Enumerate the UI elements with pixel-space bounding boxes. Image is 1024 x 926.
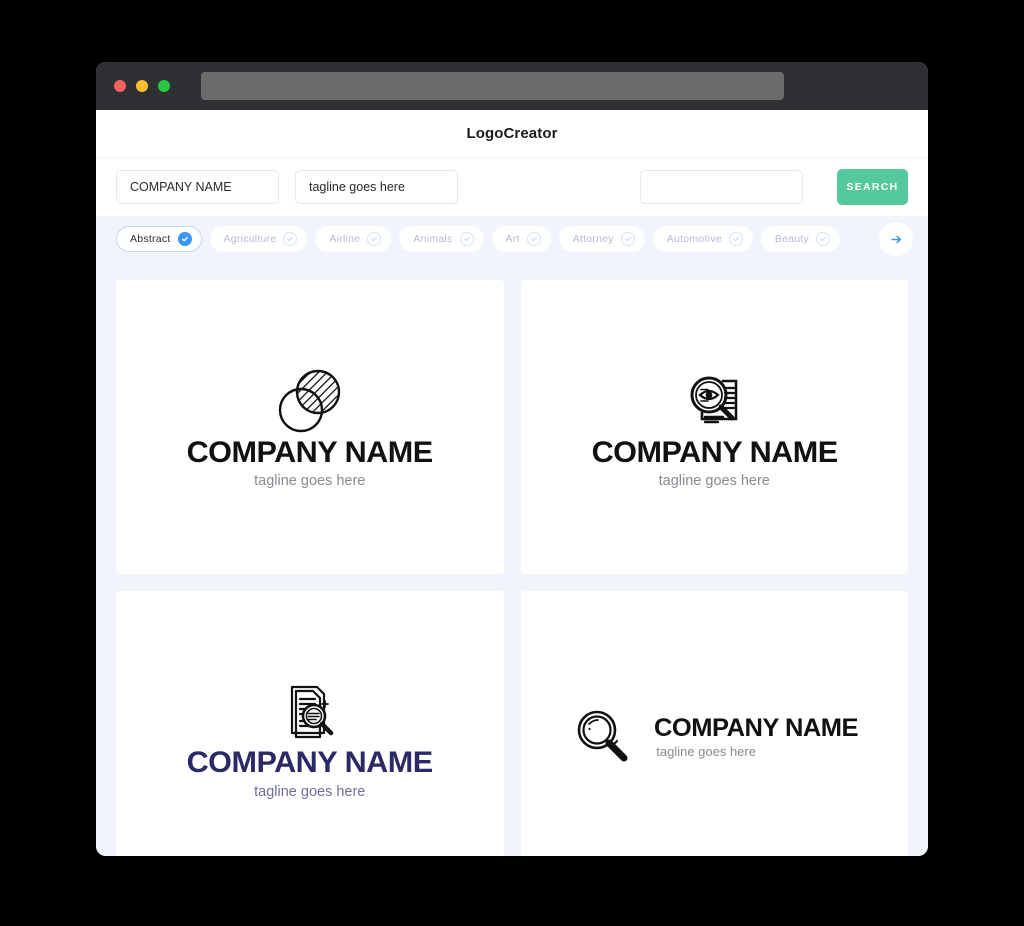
- tab-art[interactable]: Art: [491, 226, 551, 252]
- logo-card[interactable]: COMPANY NAME tagline goes here: [520, 280, 908, 574]
- logo-tagline: tagline goes here: [254, 783, 366, 800]
- logo-results-grid: COMPANY NAME tagline goes here COMPANY N…: [96, 262, 928, 856]
- tab-agriculture[interactable]: Agriculture: [209, 226, 308, 252]
- search-toolbar: SEARCH: [96, 158, 928, 216]
- tab-label: Airline: [329, 233, 361, 245]
- check-icon: [816, 232, 831, 246]
- category-tabs: Abstract Agriculture Airline Animals Art…: [96, 216, 928, 262]
- logo-preview: COMPANY NAME tagline goes here: [591, 365, 838, 489]
- logo-company-name: COMPANY NAME: [186, 435, 434, 469]
- keyword-input[interactable]: [640, 170, 803, 204]
- logo-tagline: tagline goes here: [656, 744, 756, 760]
- minimize-window-icon[interactable]: [136, 80, 148, 92]
- check-icon: [367, 232, 382, 246]
- check-icon: [620, 232, 635, 246]
- check-icon: [526, 232, 541, 246]
- logo-text-block: COMPANY NAME tagline goes here: [654, 714, 859, 760]
- logo-card[interactable]: COMPANY NAME tagline goes here: [116, 590, 504, 856]
- search-button[interactable]: SEARCH: [837, 169, 908, 205]
- tab-animals[interactable]: Animals: [399, 226, 484, 252]
- logo-preview: COMPANY NAME tagline goes here: [572, 706, 859, 768]
- tabs-next-button[interactable]: [882, 225, 910, 253]
- check-icon: [728, 232, 743, 246]
- tab-automotive[interactable]: Automotive: [652, 226, 753, 252]
- maximize-window-icon[interactable]: [158, 80, 170, 92]
- check-icon: [283, 232, 298, 246]
- tab-attorney[interactable]: Attorney: [558, 226, 645, 252]
- check-icon: [459, 232, 474, 246]
- magnifier-icon: [577, 710, 628, 762]
- tab-label: Art: [505, 233, 520, 245]
- logo-preview: COMPANY NAME tagline goes here: [186, 365, 434, 489]
- app-header: LogoCreator: [96, 110, 928, 158]
- tab-beauty[interactable]: Beauty: [760, 226, 841, 252]
- logo-tagline: tagline goes here: [254, 473, 366, 489]
- tab-label: Automotive: [666, 233, 722, 245]
- logo-company-name: COMPANY NAME: [186, 746, 434, 779]
- close-window-icon[interactable]: [114, 80, 126, 92]
- tab-label: Attorney: [572, 233, 614, 245]
- traffic-lights: [114, 80, 170, 92]
- logo-card[interactable]: COMPANY NAME tagline goes here: [520, 590, 908, 856]
- arrow-right-icon: [890, 235, 901, 243]
- tab-label: Beauty: [774, 233, 810, 245]
- url-bar[interactable]: [201, 72, 784, 100]
- logo-company-name: COMPANY NAME: [654, 714, 859, 743]
- company-name-input[interactable]: [116, 170, 279, 204]
- tab-label: Abstract: [130, 233, 171, 245]
- tab-label: Agriculture: [223, 233, 277, 245]
- magnifier-eye-document-icon: [690, 376, 738, 423]
- logo-preview: COMPANY NAME tagline goes here: [186, 675, 434, 800]
- browser-window: LogoCreator SEARCH Abstract Agriculture: [96, 62, 928, 856]
- overlapping-circles-icon: [278, 369, 340, 432]
- tab-airline[interactable]: Airline: [315, 226, 392, 252]
- tab-label: Animals: [413, 233, 453, 245]
- tab-abstract[interactable]: Abstract: [116, 226, 202, 252]
- tagline-input[interactable]: [295, 170, 458, 204]
- check-icon: [177, 232, 192, 246]
- logo-tagline: tagline goes here: [658, 473, 770, 489]
- logo-card[interactable]: COMPANY NAME tagline goes here: [116, 280, 504, 574]
- document-magnifier-icon: [290, 685, 333, 739]
- browser-titlebar: [96, 62, 928, 110]
- logo-company-name: COMPANY NAME: [591, 435, 838, 469]
- page-root: LogoCreator SEARCH Abstract Agriculture: [0, 0, 1024, 926]
- page-title: LogoCreator: [466, 125, 558, 142]
